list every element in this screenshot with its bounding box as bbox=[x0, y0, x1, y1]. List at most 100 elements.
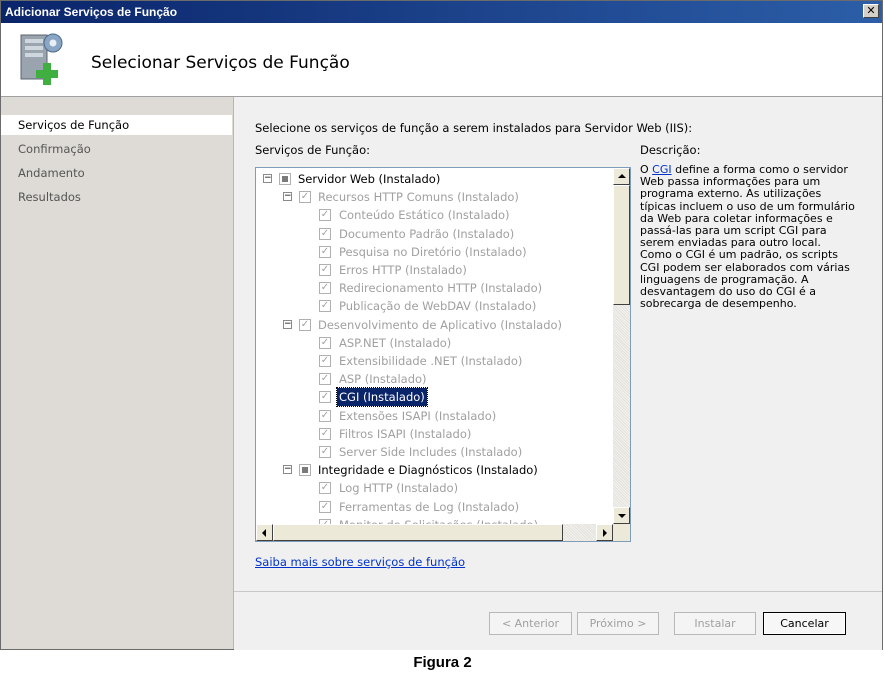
tree-item-label[interactable]: Extensões ISAPI (Instalado) bbox=[337, 407, 498, 425]
tree-row[interactable]: − ✓ Desenvolvimento de Aplicativo (Instala… bbox=[256, 316, 613, 334]
service-checkbox[interactable]: ✓ bbox=[299, 318, 311, 331]
tree-collapse-icon[interactable]: − bbox=[283, 319, 292, 329]
service-checkbox[interactable]: ✓ bbox=[319, 245, 331, 258]
tree-row[interactable]: ✓ Publicação de WebDAV (Instalado) bbox=[256, 297, 613, 315]
service-checkbox[interactable]: ✓ bbox=[319, 427, 331, 440]
service-checkbox[interactable]: ✓ bbox=[319, 355, 331, 367]
tree-item-label[interactable]: Redirecionamento HTTP (Instalado) bbox=[337, 279, 544, 297]
tree-row[interactable]: ✓ Redirecionamento HTTP (Instalado) bbox=[256, 279, 613, 297]
tree-row[interactable]: ✓ Log HTTP (Instalado) bbox=[256, 479, 613, 497]
service-checkbox[interactable]: ✓ bbox=[319, 500, 331, 513]
install-button-label: Instalar bbox=[694, 617, 736, 630]
learn-more-link[interactable]: Saiba mais sobre serviços de função bbox=[255, 555, 465, 569]
tree-item-label[interactable]: Server Side Includes (Instalado) bbox=[337, 443, 524, 461]
tree-item-label[interactable]: Integridade e Diagnósticos (Instalado) bbox=[316, 461, 540, 479]
tree-row[interactable]: ✓ Erros HTTP (Instalado) bbox=[256, 261, 613, 279]
tree-item-label[interactable]: Publicação de WebDAV (Instalado) bbox=[337, 297, 538, 315]
horizontal-scrollbar[interactable] bbox=[256, 524, 613, 541]
sidebar-item-servicos[interactable]: Serviços de Função bbox=[1, 115, 232, 135]
tree-item-label[interactable]: Filtros ISAPI (Instalado) bbox=[337, 425, 473, 443]
scroll-down-button[interactable] bbox=[613, 507, 630, 524]
cgi-link[interactable]: CGI bbox=[652, 163, 671, 176]
next-button[interactable]: Próximo > bbox=[577, 612, 659, 635]
window-title: Adicionar Serviços de Função bbox=[5, 5, 178, 19]
server-add-icon bbox=[20, 33, 63, 85]
tree-row[interactable]: ✓ Ferramentas de Log (Instalado) bbox=[256, 498, 613, 516]
tree-row[interactable]: ✓ Documento Padrão (Instalado) bbox=[256, 225, 613, 243]
tree-row[interactable]: ✓ Server Side Includes (Instalado) bbox=[256, 443, 613, 461]
sidebar-item-confirmacao[interactable]: Confirmação bbox=[1, 139, 232, 159]
wizard-footer: < Anterior Próximo > Instalar Cancelar bbox=[234, 591, 882, 650]
tree-item-label[interactable]: CGI (Instalado) bbox=[336, 387, 428, 408]
service-checkbox[interactable]: ✓ bbox=[319, 227, 331, 240]
role-services-tree[interactable]: − Servidor Web (Instalado) − ✓ Recursos HTTP… bbox=[255, 167, 631, 542]
sidebar-item-resultados[interactable]: Resultados bbox=[1, 187, 232, 207]
cancel-button[interactable]: Cancelar bbox=[763, 612, 846, 635]
tree-item-label[interactable]: Monitor de Solicitações (Instalado) bbox=[337, 516, 540, 524]
title-bar[interactable]: Adicionar Serviços de Função ✕ bbox=[1, 1, 882, 23]
description-body: define a forma como o servidor Web passa… bbox=[640, 163, 855, 311]
wizard-header: Selecionar Serviços de Função bbox=[1, 23, 882, 97]
tree-item-label[interactable]: Documento Padrão (Instalado) bbox=[337, 225, 516, 243]
tree-item-label[interactable]: Desenvolvimento de Aplicativo (Instalado… bbox=[316, 316, 564, 334]
service-checkbox[interactable]: ✓ bbox=[319, 446, 331, 458]
tree-row[interactable]: ✓ ASP.NET (Instalado) bbox=[256, 334, 613, 352]
vertical-scroll-thumb[interactable] bbox=[613, 185, 630, 305]
tree-row[interactable]: ✓ ASP (Instalado) bbox=[256, 370, 613, 388]
service-checkbox[interactable]: ✓ bbox=[319, 409, 331, 422]
description-pre: O bbox=[640, 163, 653, 176]
service-checkbox[interactable] bbox=[279, 173, 291, 185]
scroll-left-button[interactable] bbox=[256, 524, 273, 541]
tree-row[interactable]: ✓Monitor de Solicitações (Instalado) bbox=[256, 516, 613, 524]
arrow-left-icon bbox=[262, 529, 266, 537]
tree-row[interactable]: ✓ Pesquisa no Diretório (Instalado) bbox=[256, 243, 613, 261]
figure-caption: Figura 2 bbox=[413, 654, 472, 671]
tree-collapse-icon[interactable]: − bbox=[283, 192, 292, 202]
close-button[interactable]: ✕ bbox=[863, 4, 879, 18]
service-checkbox[interactable]: ✓ bbox=[319, 373, 331, 386]
sidebar-item-andamento[interactable]: Andamento bbox=[1, 163, 232, 183]
tree-row[interactable]: ✓ Extensibilidade .NET (Instalado) bbox=[256, 352, 613, 370]
service-checkbox[interactable]: ✓ bbox=[299, 191, 311, 204]
horizontal-scroll-thumb[interactable] bbox=[273, 524, 563, 541]
scroll-corner bbox=[613, 524, 630, 541]
service-checkbox[interactable]: ✓ bbox=[319, 209, 331, 222]
tree-item-label[interactable]: Recursos HTTP Comuns (Instalado) bbox=[316, 188, 521, 206]
service-checkbox[interactable] bbox=[299, 464, 311, 477]
main-content: Selecione os serviços de função a serem … bbox=[234, 97, 882, 591]
service-checkbox[interactable]: ✓ bbox=[319, 482, 331, 495]
service-checkbox[interactable]: ✓ bbox=[319, 282, 331, 295]
tree-row[interactable]: ✓ Extensões ISAPI (Instalado) bbox=[256, 407, 613, 425]
tree-row[interactable]: − Integridade e Diagnósticos (Instalado) bbox=[256, 461, 613, 479]
tree-row[interactable]: − Servidor Web (Instalado) bbox=[256, 170, 613, 188]
tree-row[interactable]: − ✓ Recursos HTTP Comuns (Instalado) bbox=[256, 188, 613, 206]
install-button[interactable]: Instalar bbox=[674, 612, 756, 635]
service-checkbox[interactable]: ✓ bbox=[319, 391, 331, 404]
tree-row[interactable]: ✓ Filtros ISAPI (Instalado) bbox=[256, 425, 613, 443]
vertical-scrollbar[interactable] bbox=[613, 168, 630, 524]
tree-viewport: − Servidor Web (Instalado) − ✓ Recursos HTTP… bbox=[256, 168, 613, 524]
tree-item-label[interactable]: ASP.NET (Instalado) bbox=[337, 334, 453, 352]
instruction-text: Selecione os serviços de função a serem … bbox=[255, 121, 693, 135]
tree-collapse-icon[interactable]: − bbox=[263, 174, 272, 183]
tree-item-label[interactable]: Conteúdo Estático (Instalado) bbox=[337, 206, 512, 224]
tree-row[interactable]: ✓ Conteúdo Estático (Instalado) bbox=[256, 206, 613, 224]
close-icon: ✕ bbox=[866, 4, 876, 17]
previous-button[interactable]: < Anterior bbox=[489, 612, 572, 635]
tree-item-label[interactable]: Pesquisa no Diretório (Instalado) bbox=[337, 243, 529, 261]
tree-item-label[interactable]: Extensibilidade .NET (Instalado) bbox=[337, 352, 524, 370]
tree-item-label[interactable]: Ferramentas de Log (Instalado) bbox=[337, 498, 521, 516]
tree-item-label[interactable]: Servidor Web (Instalado) bbox=[296, 170, 442, 188]
scroll-up-button[interactable] bbox=[613, 168, 630, 185]
tree-item-label[interactable]: Log HTTP (Instalado) bbox=[337, 479, 460, 497]
arrow-down-icon bbox=[618, 514, 626, 518]
tree-item-label[interactable]: ASP (Instalado) bbox=[337, 370, 429, 388]
service-checkbox[interactable]: ✓ bbox=[319, 264, 331, 276]
service-checkbox[interactable]: ✓ bbox=[319, 336, 331, 349]
tree-item-label[interactable]: Erros HTTP (Instalado) bbox=[337, 261, 469, 279]
scroll-right-button[interactable] bbox=[596, 524, 613, 541]
tree-collapse-icon[interactable]: − bbox=[283, 465, 292, 475]
service-checkbox[interactable]: ✓ bbox=[319, 300, 331, 313]
tree-row[interactable]: ✓ CGI (Instalado) bbox=[256, 387, 613, 408]
wizard-steps-sidebar: Serviços de Função Confirmação Andamento… bbox=[1, 97, 234, 649]
